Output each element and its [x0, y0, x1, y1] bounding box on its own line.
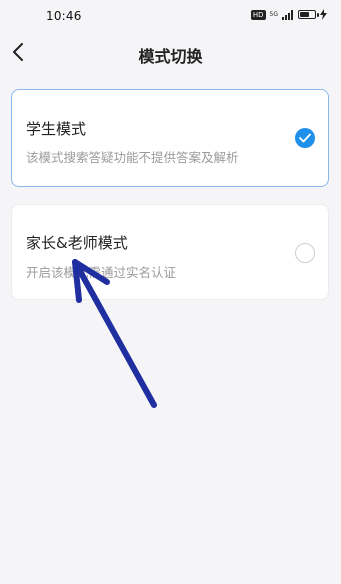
network-type-label: 5G	[269, 11, 278, 18]
page-title: 模式切换	[138, 47, 203, 66]
nav-bar: 模式切换	[0, 32, 341, 72]
status-icons: HD 5G	[250, 9, 327, 20]
hd-badge: HD	[250, 9, 266, 20]
signal-icon	[282, 9, 293, 20]
charging-icon	[320, 9, 327, 20]
status-bar: 10:46 HD 5G	[0, 0, 341, 32]
parent-teacher-mode-radio[interactable]	[295, 243, 315, 263]
battery-icon	[298, 10, 319, 19]
student-mode-title: 学生模式	[26, 120, 87, 138]
student-mode-radio-checked[interactable]	[295, 128, 315, 148]
status-time: 10:46	[46, 9, 82, 23]
battery-level	[300, 12, 310, 17]
parent-teacher-mode-option[interactable]: 家长&老师模式 开启该模式需通过实名认证	[11, 204, 329, 300]
student-mode-option[interactable]: 学生模式 该模式搜索答疑功能不提供答案及解析	[11, 89, 329, 187]
parent-teacher-mode-description: 开启该模式需通过实名认证	[26, 265, 177, 280]
checkmark-icon	[299, 133, 311, 143]
parent-teacher-mode-title: 家长&老师模式	[26, 234, 128, 252]
student-mode-description: 该模式搜索答疑功能不提供答案及解析	[26, 150, 239, 165]
